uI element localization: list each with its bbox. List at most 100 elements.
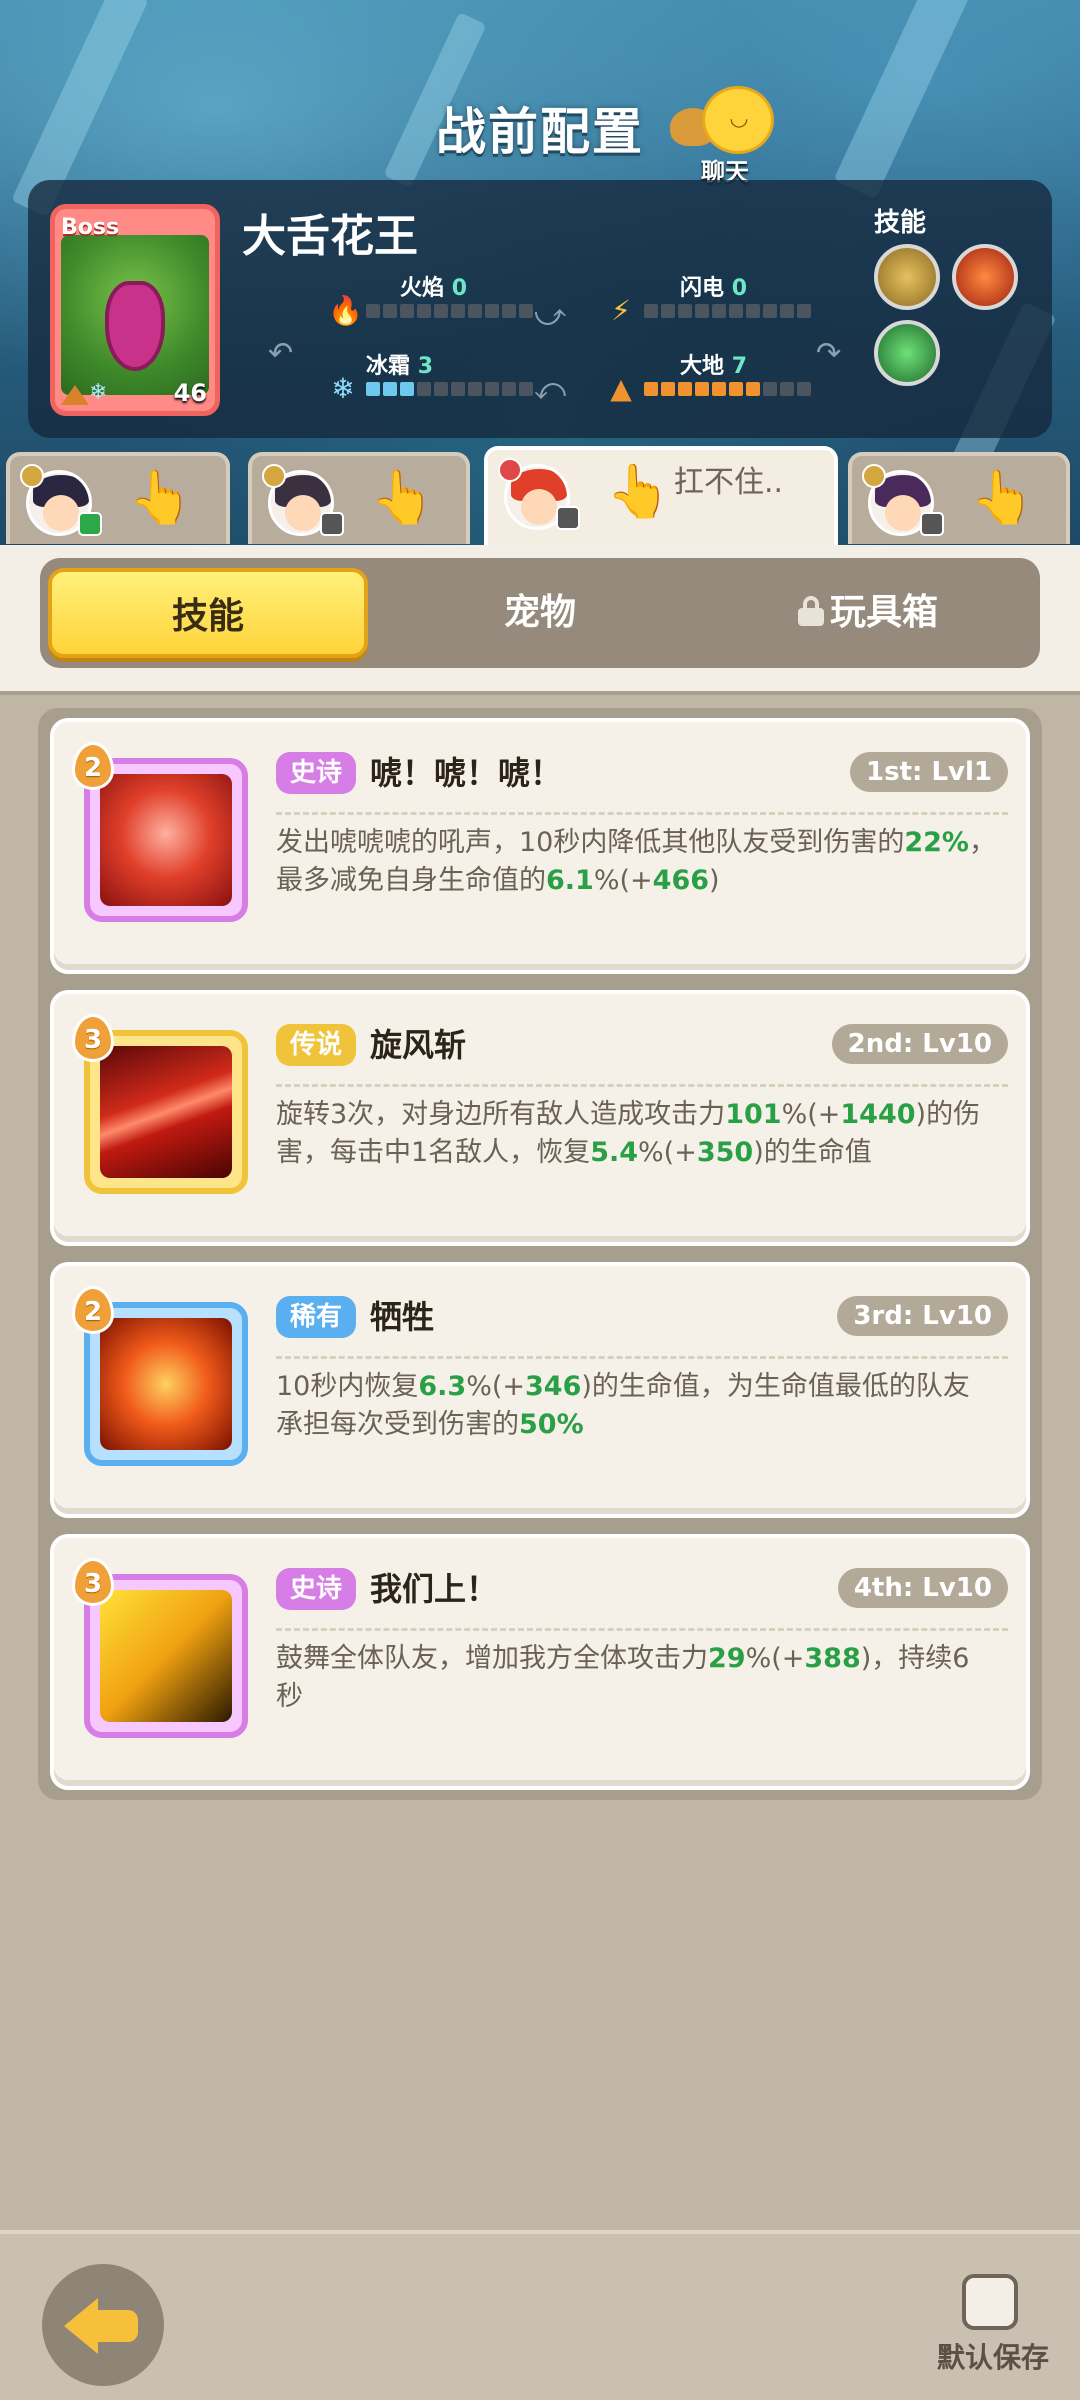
category-tabs: 技能 宠物 玩具箱: [40, 558, 1040, 668]
element-fire: 🔥 火焰 0: [328, 270, 568, 330]
skill-description: 10秒内恢复6.3%(+346)的生命值，为生命值最低的队友承担每次受到伤害的5…: [276, 1371, 970, 1440]
status-icon: [556, 506, 580, 530]
skill-name: 唬！唬！唬！: [370, 754, 563, 792]
divider: [276, 812, 1008, 815]
rarity-badge: 史诗: [276, 752, 357, 794]
element-earth: ▲ 大地 7: [606, 348, 846, 408]
tap-hand-icon: 👆: [128, 468, 193, 528]
boss-badge: Boss: [61, 215, 120, 240]
rally-skill-icon: [100, 1590, 232, 1722]
element-name: 闪电: [680, 276, 725, 301]
character-tab-2[interactable]: 👆: [248, 452, 470, 544]
close-icon: [498, 458, 522, 482]
status-icon: [320, 512, 344, 536]
element-bar: [644, 304, 811, 318]
tab-pets[interactable]: 宠物: [380, 568, 700, 658]
skill-slot: 4th: Lv10: [837, 1568, 1008, 1608]
earth-icon: ▲: [610, 372, 632, 405]
skill-card[interactable]: 2 史诗 唬！唬！唬！ 1st: Lvl1 发出唬唬唬的吼声，10秒内降低其他队…: [50, 718, 1030, 974]
divider: [276, 1084, 1008, 1087]
fire-icon: 🔥: [328, 294, 363, 327]
element-bar: [366, 304, 533, 318]
rank-icon: [20, 464, 44, 488]
divider: [276, 1628, 1008, 1631]
element-value: 0: [731, 276, 747, 301]
skill-description: 旋转3次，对身边所有敌人造成攻击力101%(+1440)的伤害，每击中1名敌人，…: [276, 1099, 981, 1168]
status-icon: [920, 512, 944, 536]
back-arrow-tail: [94, 2310, 138, 2342]
status-icon: [78, 512, 102, 536]
skill-level-badge: 2: [72, 1286, 114, 1334]
lightning-icon: ⚡: [611, 294, 631, 327]
element-value: 7: [731, 354, 747, 379]
skill-level-badge: 3: [72, 1558, 114, 1606]
rank-icon: [862, 464, 886, 488]
skill-description: 鼓舞全体队友，增加我方全体攻击力29%(+388)，持续6秒: [276, 1643, 970, 1712]
tab-toybox[interactable]: 玩具箱: [708, 568, 1028, 658]
character-tab-4[interactable]: 👆: [848, 452, 1070, 544]
swap-arrow-icon: ⤻: [534, 298, 567, 333]
rarity-badge: 稀有: [276, 1296, 357, 1338]
boss-skill-icon[interactable]: [874, 320, 940, 386]
boss-skill-icon[interactable]: [874, 244, 940, 310]
element-frost: ❄ 冰霜 3: [328, 348, 568, 408]
smiley-face-icon: ◡: [729, 106, 749, 131]
roar-skill-icon: [100, 774, 232, 906]
tab-skills[interactable]: 技能: [48, 568, 368, 658]
boss-card[interactable]: Boss ❄ 46: [50, 204, 220, 416]
element-name: 冰霜: [366, 354, 411, 379]
tap-hand-icon: 👆: [370, 468, 435, 528]
skill-name: 牺牲: [370, 1298, 435, 1336]
character-tab-3[interactable]: 👆 扛不住..: [484, 446, 838, 546]
element-value: 0: [451, 276, 467, 301]
boss-level: 46: [173, 379, 207, 407]
back-button[interactable]: [42, 2264, 164, 2386]
element-name: 火焰: [400, 276, 445, 301]
whirlwind-skill-icon: [100, 1046, 232, 1178]
character-tab-1[interactable]: 👆: [6, 452, 230, 544]
rank-icon: [262, 464, 286, 488]
skill-slot: 2nd: Lv10: [831, 1024, 1008, 1064]
skill-card[interactable]: 3 传说 旋风斩 2nd: Lv10 旋转3次，对身边所有敌人造成攻击力101%…: [50, 990, 1030, 1246]
frost-icon: ❄: [89, 380, 108, 405]
default-save-checkbox[interactable]: [962, 2274, 1018, 2330]
element-name: 大地: [680, 354, 725, 379]
skill-card[interactable]: 2 稀有 牺牲 3rd: Lv10 10秒内恢复6.3%(+346)的生命值，为…: [50, 1262, 1030, 1518]
boss-portrait: [61, 235, 209, 395]
boss-info-panel: Boss ❄ 46 大舌花王 🔥 火焰 0 ⚡ 闪电 0 ❄ 冰霜 3 ▲ 大地…: [28, 180, 1052, 438]
lock-icon: [797, 596, 824, 626]
back-arrow-icon: [64, 2298, 98, 2354]
boss-mouth: [105, 281, 165, 371]
skill-name: 我们上！: [370, 1570, 499, 1608]
element-value: 3: [417, 354, 433, 379]
default-save-label: 默认保存: [936, 2341, 1049, 2374]
skill-level-badge: 2: [72, 742, 114, 790]
boss-skills-label: 技能: [874, 208, 927, 238]
earth-icon: [61, 385, 89, 405]
sacrifice-skill-icon: [100, 1318, 232, 1450]
element-bar: [644, 382, 811, 396]
tab-label: 玩具箱: [829, 592, 938, 633]
frost-icon: ❄: [331, 372, 355, 405]
skill-description: 发出唬唬唬的吼声，10秒内降低其他队友受到伤害的22%，最多减免自身生命值的6.…: [276, 827, 996, 896]
page-title: 战前配置: [436, 103, 644, 161]
swap-arrow-icon: ↶: [268, 336, 294, 371]
element-lightning: ⚡ 闪电 0: [606, 270, 846, 330]
character-hint: 扛不住..: [674, 465, 784, 500]
tap-hand-icon: 👆: [606, 462, 671, 522]
skill-name: 旋风斩: [370, 1026, 467, 1064]
element-bar: [366, 382, 533, 396]
tap-hand-icon: 👆: [970, 468, 1035, 528]
skill-slot: 1st: Lvl1: [850, 752, 1008, 792]
skill-level-badge: 3: [72, 1014, 114, 1062]
boss-skill-icon[interactable]: [952, 244, 1018, 310]
skill-card[interactable]: 3 史诗 我们上！ 4th: Lv10 鼓舞全体队友，增加我方全体攻击力29%(…: [50, 1534, 1030, 1790]
swap-arrow-icon: ⤺: [534, 372, 567, 407]
rarity-badge: 史诗: [276, 1568, 357, 1610]
swap-arrow-icon: ↷: [816, 336, 842, 371]
divider: [276, 1356, 1008, 1359]
skill-slot: 3rd: Lv10: [837, 1296, 1008, 1336]
chat-button[interactable]: ◡ 聊天: [662, 86, 782, 186]
boss-name: 大舌花王: [242, 211, 418, 262]
rarity-badge: 传说: [276, 1024, 357, 1066]
